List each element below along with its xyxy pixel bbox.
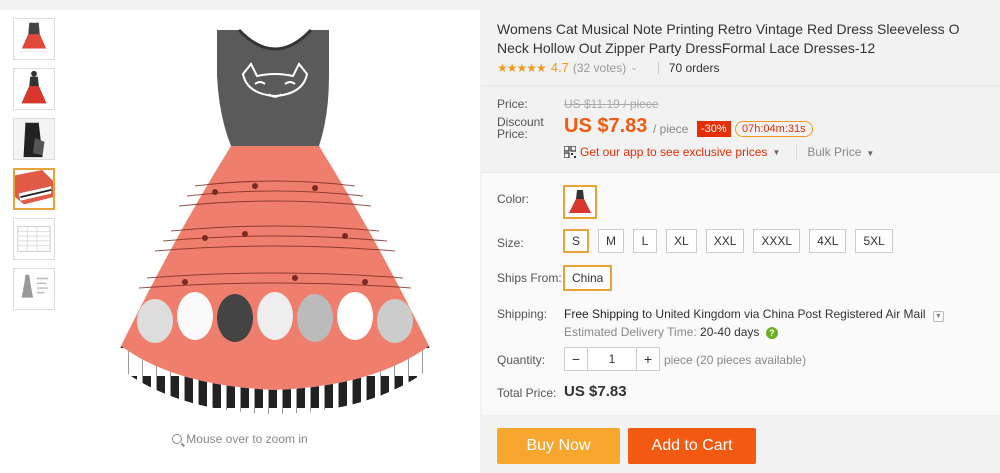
size-option-xxl[interactable]: XXL — [705, 229, 745, 253]
product-title: Womens Cat Musical Note Printing Retro V… — [497, 21, 960, 56]
ships-from-label: Ships From: — [497, 271, 562, 285]
thumbnail-4[interactable] — [13, 168, 55, 210]
quantity-input[interactable]: 1 — [587, 348, 637, 370]
rating-row: ★★★★★ 4.7 (32 votes) ⌄ 70 orders — [497, 60, 719, 75]
price-label: Price: — [497, 97, 528, 111]
quantity-decrease-button[interactable]: − — [565, 348, 587, 370]
size-option-s[interactable]: S — [563, 229, 590, 253]
rating-score: 4.7 — [550, 60, 569, 75]
ships-from-option-china[interactable]: China — [563, 265, 613, 291]
zoom-hint: Mouse over to zoom in — [0, 432, 480, 446]
app-promo-row: Get our app to see exclusive prices ▼ Bu… — [564, 145, 874, 159]
thumbnail-2[interactable] — [13, 68, 55, 110]
availability-text: piece (20 pieces available) — [664, 353, 807, 367]
price-unit: / piece — [653, 122, 689, 136]
countdown-timer: 07h:04m:31s — [735, 121, 813, 137]
star-rating-icon: ★★★★★ — [497, 60, 547, 75]
image-gallery: Mouse over to zoom in — [0, 10, 480, 473]
current-price: US $7.83 — [564, 115, 648, 137]
thumbnail-3[interactable] — [13, 118, 55, 160]
thumbnail-1[interactable] — [13, 18, 55, 60]
thumbnail-6[interactable] — [13, 268, 55, 310]
qr-code-icon — [564, 146, 576, 158]
original-price: US $11.19 / piece — [564, 97, 659, 111]
bulk-price-dropdown[interactable]: Bulk Price ▼ — [796, 145, 874, 159]
add-to-cart-button[interactable]: Add to Cart — [628, 428, 756, 464]
buy-now-button[interactable]: Buy Now — [497, 428, 620, 464]
caret-down-icon: ▼ — [866, 149, 875, 158]
divider — [482, 85, 1000, 86]
size-option-xl[interactable]: XL — [666, 229, 697, 253]
main-product-image[interactable] — [115, 16, 435, 416]
delivery-days: 20-40 days — [700, 325, 760, 339]
shipping-destination: to United Kingdom via China Post Registe… — [642, 307, 926, 321]
quantity-increase-button[interactable]: + — [637, 348, 659, 370]
help-icon[interactable]: ? — [765, 327, 778, 339]
product-info: Womens Cat Musical Note Printing Retro V… — [482, 10, 1000, 473]
size-option-m[interactable]: M — [598, 229, 625, 253]
app-promo-link[interactable]: Get our app to see exclusive prices — [580, 145, 767, 159]
size-options: S M L XL XXL XXXL 4XL 5XL — [563, 229, 902, 253]
votes-link[interactable]: (32 votes) — [573, 61, 626, 75]
shipping-label: Shipping: — [497, 307, 548, 321]
shipping-info: Free Shipping to United Kingdom via Chin… — [564, 307, 944, 322]
size-option-xxxl[interactable]: XXXL — [753, 229, 801, 253]
product-options: Color: Size: S M L XL XXL XXXL 4XL 5XL S… — [482, 172, 1000, 415]
caret-down-icon[interactable]: ▼ — [772, 148, 780, 157]
discount-price-label: Discount Price: — [497, 115, 544, 141]
thumbnail-list — [13, 18, 57, 318]
divider — [657, 61, 659, 74]
total-price: US $7.83 — [564, 383, 627, 400]
thumbnail-5[interactable] — [13, 218, 55, 260]
size-option-l[interactable]: L — [633, 229, 658, 253]
delivery-estimate: Estimated Delivery Time: 20-40 days ? — [564, 325, 778, 339]
chevron-down-icon[interactable]: ⌄ — [630, 62, 638, 73]
size-label: Size: — [497, 236, 524, 250]
free-shipping-text: Free Shipping — [564, 307, 639, 321]
quantity-label: Quantity: — [497, 353, 546, 367]
size-option-5xl[interactable]: 5XL — [855, 229, 893, 253]
color-label: Color: — [497, 192, 530, 206]
quantity-stepper: − 1 + — [564, 347, 660, 371]
color-swatch-red[interactable] — [563, 185, 597, 219]
orders-count: 70 orders — [668, 60, 720, 75]
magnifier-icon — [172, 434, 183, 444]
discount-badge: -30% — [697, 121, 731, 137]
total-price-label: Total Price: — [497, 386, 557, 400]
shipping-dropdown-icon[interactable]: ▼ — [932, 311, 944, 322]
size-option-4xl[interactable]: 4XL — [809, 229, 847, 253]
